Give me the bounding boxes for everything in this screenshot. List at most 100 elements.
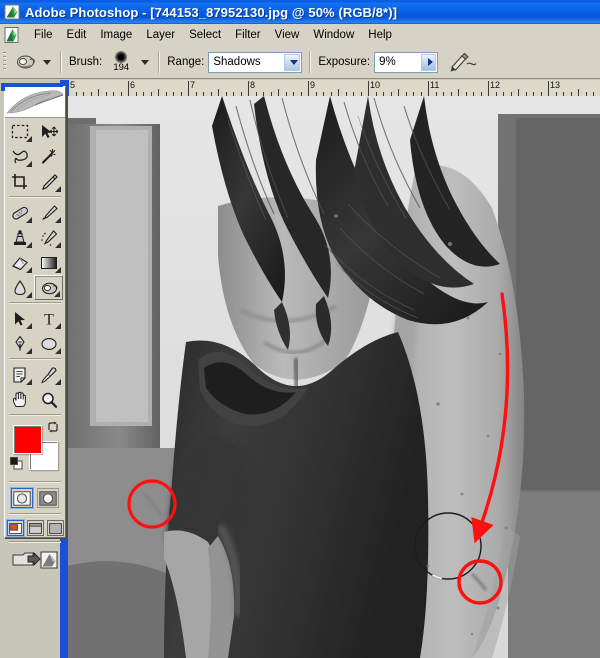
options-bar-gripper[interactable] xyxy=(2,49,9,75)
flyout-triangle-icon xyxy=(26,323,32,329)
eraser-tool[interactable] xyxy=(5,250,34,275)
type-tool[interactable]: T xyxy=(34,306,63,331)
burn-tool[interactable] xyxy=(34,275,63,300)
document-icon[interactable] xyxy=(3,26,21,44)
tool-separator-5 xyxy=(9,481,61,483)
lasso-tool[interactable] xyxy=(5,144,34,169)
brush-label: Brush: xyxy=(69,56,103,68)
tool-separator-2 xyxy=(9,302,61,304)
jump-to-imageready-button[interactable] xyxy=(5,545,65,573)
tool-row-4 xyxy=(5,200,65,225)
ruler-minor-tick xyxy=(518,89,519,96)
flyout-triangle-icon xyxy=(54,291,60,297)
healing-brush-tool[interactable] xyxy=(5,200,34,225)
tools-palette-header[interactable] xyxy=(5,87,65,118)
window-title-bar: Adobe Photoshop - [744153_87952130.jpg @… xyxy=(0,0,600,24)
exposure-input[interactable]: 9% xyxy=(374,51,439,73)
blur-tool[interactable] xyxy=(5,275,34,300)
ruler-minor-tick xyxy=(458,89,459,96)
mask-mode-buttons xyxy=(5,485,65,511)
zoom-tool[interactable] xyxy=(34,387,63,412)
menu-bar: File Edit Image Layer Select Filter View… xyxy=(0,24,600,47)
brush-preview[interactable]: 194 xyxy=(106,49,136,75)
tool-row-1 xyxy=(5,119,65,144)
menu-item-select[interactable]: Select xyxy=(182,27,228,43)
menu-item-image[interactable]: Image xyxy=(93,27,139,43)
menu-item-window[interactable]: Window xyxy=(306,27,361,43)
brush-size-value: 194 xyxy=(113,62,130,73)
notes-tool[interactable] xyxy=(5,362,34,387)
ruler-tick-label: 7 xyxy=(190,80,196,90)
tool-preset-dropdown-arrow[interactable] xyxy=(43,59,51,65)
tool-separator-1 xyxy=(9,196,61,198)
horizontal-ruler[interactable]: 5 6 7 8 9 10 11 12 13 xyxy=(60,80,600,97)
gradient-tool[interactable] xyxy=(34,250,63,275)
image-canvas[interactable] xyxy=(68,96,600,658)
ruler-minor-tick xyxy=(218,89,219,96)
tool-row-5 xyxy=(5,225,65,250)
tool-row-6 xyxy=(5,250,65,275)
flyout-triangle-icon xyxy=(26,267,32,273)
menu-item-edit[interactable]: Edit xyxy=(60,27,94,43)
ruler-minor-tick xyxy=(158,89,159,96)
flyout-triangle-icon xyxy=(55,323,61,329)
tool-separator-6 xyxy=(9,513,61,515)
move-tool[interactable] xyxy=(34,119,63,144)
path-selection-tool[interactable] xyxy=(5,306,34,331)
clone-stamp-tool[interactable] xyxy=(5,225,34,250)
menu-item-help[interactable]: Help xyxy=(361,27,399,43)
flyout-triangle-icon xyxy=(26,242,32,248)
menu-item-file[interactable]: File xyxy=(27,27,60,43)
burn-tool-icon[interactable] xyxy=(12,51,38,73)
menu-item-view[interactable]: View xyxy=(268,27,307,43)
flyout-triangle-icon xyxy=(55,267,61,273)
svg-text:T: T xyxy=(44,311,54,328)
foreground-color-swatch[interactable] xyxy=(13,425,42,454)
ruler-major-tick xyxy=(368,81,369,96)
chevron-down-icon[interactable] xyxy=(284,53,301,71)
standard-mask-mode-button[interactable] xyxy=(11,488,33,508)
window-title-text: Adobe Photoshop - [744153_87952130.jpg @… xyxy=(25,4,398,20)
slice-tool[interactable] xyxy=(34,169,63,194)
full-screen-with-menubar-button[interactable] xyxy=(26,520,44,536)
brush-dropdown-arrow[interactable] xyxy=(141,59,150,65)
flyout-triangle-icon xyxy=(55,379,61,385)
standard-screen-mode-button[interactable] xyxy=(6,520,24,536)
ruler-tick-label: 10 xyxy=(370,80,381,90)
flyout-triangle-icon xyxy=(55,242,61,248)
ruler-major-tick xyxy=(248,81,249,96)
crop-tool[interactable] xyxy=(5,169,34,194)
tool-row-10 xyxy=(5,362,65,387)
ruler-major-tick xyxy=(128,81,129,96)
airbrush-icon[interactable] xyxy=(448,50,478,74)
options-separator-1 xyxy=(60,51,62,73)
tools-palette: T xyxy=(1,83,66,569)
magic-wand-tool[interactable] xyxy=(34,144,63,169)
tool-buttons-grid: T xyxy=(5,118,65,412)
ruler-minor-tick xyxy=(338,89,339,96)
range-select[interactable]: Shadows xyxy=(208,51,303,73)
ruler-tick-label: 13 xyxy=(550,80,561,90)
ruler-minor-tick xyxy=(398,89,399,96)
default-colors-icon[interactable] xyxy=(10,457,23,470)
eyedropper-tool[interactable] xyxy=(34,362,63,387)
tool-row-8: T xyxy=(5,306,65,331)
exposure-slider-arrow-icon[interactable] xyxy=(421,53,437,71)
flyout-triangle-icon xyxy=(55,186,61,192)
menu-item-layer[interactable]: Layer xyxy=(139,27,182,43)
history-brush-tool[interactable] xyxy=(34,225,63,250)
brush-tool[interactable] xyxy=(34,200,63,225)
menu-item-filter[interactable]: Filter xyxy=(228,27,268,43)
tool-row-2 xyxy=(5,144,65,169)
flyout-triangle-icon xyxy=(26,348,32,354)
swap-colors-icon[interactable] xyxy=(47,421,59,433)
photoshop-app-icon xyxy=(4,4,20,20)
quick-mask-mode-button[interactable] xyxy=(37,488,59,508)
hand-tool[interactable] xyxy=(5,387,34,412)
flyout-triangle-icon xyxy=(55,217,61,223)
ellipse-shape-tool[interactable] xyxy=(34,331,63,356)
pen-tool[interactable] xyxy=(5,331,34,356)
rectangular-marquee-tool[interactable] xyxy=(5,119,34,144)
tool-separator-4 xyxy=(9,414,61,416)
full-screen-mode-button[interactable] xyxy=(46,520,64,536)
